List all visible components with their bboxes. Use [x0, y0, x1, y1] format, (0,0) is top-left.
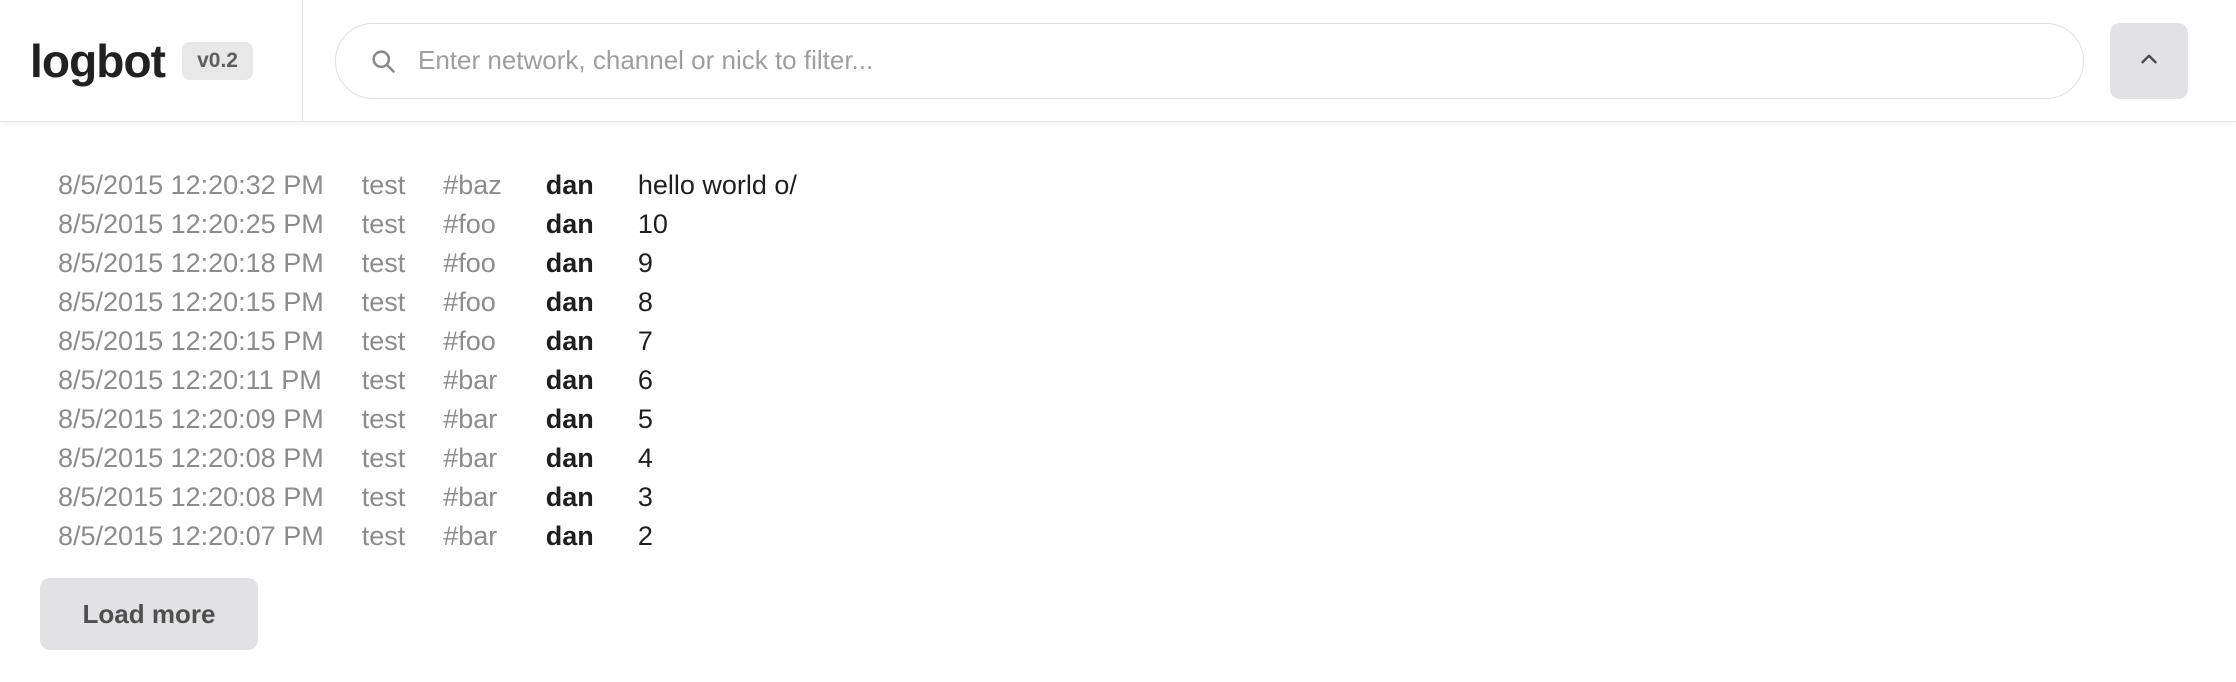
log-timestamp: 8/5/2015 12:20:08 PM [58, 443, 324, 473]
chevron-up-icon [2136, 46, 2162, 75]
table-row: 8/5/2015 12:20:08 PM test #bar dan 4 [0, 439, 797, 478]
log-network: test [361, 248, 406, 278]
log-network: test [361, 365, 406, 395]
log-nick: dan [545, 209, 594, 239]
table-row: 8/5/2015 12:20:11 PM test #bar dan 6 [0, 361, 797, 400]
log-message: 2 [637, 521, 653, 551]
table-row: 8/5/2015 12:20:32 PM test #baz dan hello… [0, 166, 797, 205]
log-network: test [361, 209, 406, 239]
log-message: hello world o/ [637, 170, 797, 200]
log-nick: dan [545, 365, 594, 395]
log-nick: dan [545, 443, 594, 473]
log-message: 3 [637, 482, 653, 512]
table-row: 8/5/2015 12:20:07 PM test #bar dan 2 [0, 517, 797, 556]
log-message: 8 [637, 287, 653, 317]
log-timestamp: 8/5/2015 12:20:09 PM [58, 404, 324, 434]
log-timestamp: 8/5/2015 12:20:08 PM [58, 482, 324, 512]
log-channel: #bar [443, 404, 498, 434]
log-channel: #bar [443, 365, 498, 395]
log-channel: #foo [443, 326, 496, 356]
table-row: 8/5/2015 12:20:15 PM test #foo dan 8 [0, 283, 797, 322]
log-message: 6 [637, 365, 653, 395]
log-channel: #bar [443, 482, 498, 512]
log-channel: #foo [443, 248, 496, 278]
load-more-button[interactable]: Load more [40, 578, 258, 650]
app-header: logbot v0.2 [0, 0, 2236, 122]
log-area: 8/5/2015 12:20:32 PM test #baz dan hello… [0, 122, 2236, 682]
log-message: 5 [637, 404, 653, 434]
header-controls [303, 0, 2236, 121]
log-message: 9 [637, 248, 653, 278]
log-nick: dan [545, 482, 594, 512]
log-nick: dan [545, 404, 594, 434]
log-nick: dan [545, 170, 594, 200]
log-timestamp: 8/5/2015 12:20:18 PM [58, 248, 324, 278]
log-network: test [361, 326, 406, 356]
log-timestamp: 8/5/2015 12:20:15 PM [58, 326, 324, 356]
version-badge: v0.2 [182, 41, 253, 80]
log-nick: dan [545, 248, 594, 278]
table-row: 8/5/2015 12:20:25 PM test #foo dan 10 [0, 205, 797, 244]
log-table-body: 8/5/2015 12:20:32 PM test #baz dan hello… [0, 166, 797, 556]
log-message: 4 [637, 443, 653, 473]
log-timestamp: 8/5/2015 12:20:15 PM [58, 287, 324, 317]
log-network: test [361, 482, 406, 512]
brand-area: logbot v0.2 [0, 0, 303, 121]
log-channel: #bar [443, 443, 498, 473]
log-message: 10 [637, 209, 668, 239]
log-channel: #foo [443, 287, 496, 317]
table-row: 8/5/2015 12:20:08 PM test #bar dan 3 [0, 478, 797, 517]
log-timestamp: 8/5/2015 12:20:25 PM [58, 209, 324, 239]
log-nick: dan [545, 521, 594, 551]
log-message: 7 [637, 326, 653, 356]
log-channel: #baz [443, 170, 502, 200]
search-input[interactable] [335, 22, 2084, 99]
log-channel: #bar [443, 521, 498, 551]
log-timestamp: 8/5/2015 12:20:32 PM [58, 170, 324, 200]
log-channel: #foo [443, 209, 496, 239]
table-row: 8/5/2015 12:20:15 PM test #foo dan 7 [0, 322, 797, 361]
log-network: test [361, 404, 406, 434]
log-network: test [361, 521, 406, 551]
log-nick: dan [545, 287, 594, 317]
log-table: 8/5/2015 12:20:32 PM test #baz dan hello… [0, 166, 797, 556]
table-row: 8/5/2015 12:20:09 PM test #bar dan 5 [0, 400, 797, 439]
table-row: 8/5/2015 12:20:18 PM test #foo dan 9 [0, 244, 797, 283]
search-field-wrapper [335, 22, 2084, 99]
log-network: test [361, 287, 406, 317]
app-title: logbot [30, 34, 166, 87]
log-network: test [361, 443, 406, 473]
log-timestamp: 8/5/2015 12:20:11 PM [58, 365, 322, 395]
log-network: test [361, 170, 406, 200]
log-timestamp: 8/5/2015 12:20:07 PM [58, 521, 324, 551]
log-nick: dan [545, 326, 594, 356]
collapse-toggle-button[interactable] [2110, 22, 2188, 99]
logbot-app: logbot v0.2 Enter network, channel or ni… [0, 0, 2236, 682]
